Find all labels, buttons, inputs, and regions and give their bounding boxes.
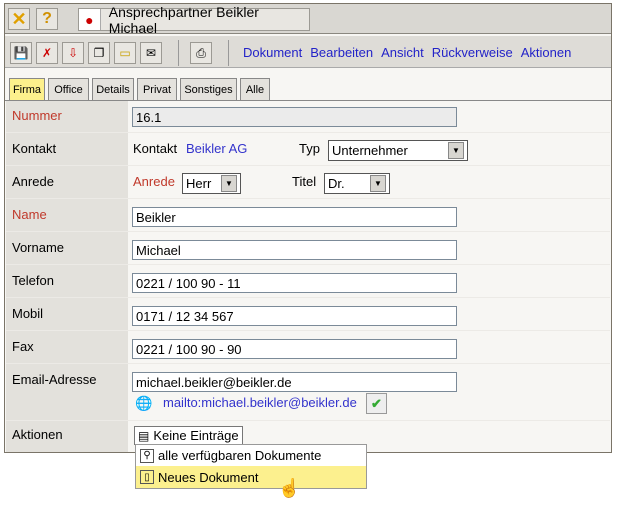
check-icon[interactable]: ✔ <box>366 393 387 414</box>
menu-ansicht[interactable]: Ansicht <box>381 45 424 60</box>
globe-icon: 🌐 <box>135 395 153 411</box>
titel-label: Titel <box>292 174 317 189</box>
typ-value: Unternehmer <box>332 143 408 158</box>
kontakt-inner-label: Kontakt <box>133 141 178 156</box>
dropdown-item-label: alle verfügbaren Dokumente <box>158 448 322 463</box>
label-anrede: Anrede <box>12 174 54 189</box>
titel-select[interactable]: Dr. ▼ <box>324 173 390 194</box>
tab-details[interactable]: Details <box>92 78 134 100</box>
nummer-field: 16.1 <box>132 107 457 127</box>
dropdown-item-new-document[interactable]: ▯ Neues Dokument <box>136 466 366 488</box>
fax-field[interactable]: 0221 / 100 90 - 90 <box>132 339 457 359</box>
close-icon[interactable]: ✕ <box>8 8 30 30</box>
tab-privat[interactable]: Privat <box>137 78 177 100</box>
separator <box>228 40 229 66</box>
row-divider <box>6 297 610 298</box>
vorname-field[interactable]: Michael <box>132 240 457 260</box>
aktionen-button-label: Keine Einträge <box>153 428 239 443</box>
row-divider <box>6 198 610 199</box>
anrede-select[interactable]: Herr ▼ <box>182 173 241 194</box>
label-nummer: Nummer <box>12 108 62 123</box>
menu-dokument[interactable]: Dokument <box>243 45 302 60</box>
anrede-inner-label: Anrede <box>133 174 175 189</box>
row-divider <box>6 132 610 133</box>
mail-icon[interactable]: ✉ <box>140 42 162 64</box>
kontakt-link[interactable]: Beikler AG <box>186 141 247 156</box>
tab-alle[interactable]: Alle <box>240 78 270 100</box>
telefon-field[interactable]: 0221 / 100 90 - 11 <box>132 273 457 293</box>
row-divider <box>6 165 610 166</box>
hand-cursor-icon: ☝ <box>278 478 301 498</box>
delete-icon[interactable]: ✗ <box>36 42 58 64</box>
tab-firma[interactable]: Firma <box>9 78 45 100</box>
label-telefon: Telefon <box>12 273 54 288</box>
save-icon[interactable]: 💾 <box>10 42 32 64</box>
help-icon[interactable]: ? <box>36 8 58 30</box>
document-icon: ▯ <box>140 470 154 484</box>
menu-bar: Dokument Bearbeiten Ansicht Rückverweise Akt… <box>243 45 579 60</box>
tab-office[interactable]: Office <box>48 78 89 100</box>
window-title: Ansprechpartner Beikler Michael <box>108 3 259 36</box>
folder-icon[interactable]: ▭ <box>114 42 136 64</box>
search-icon: ⚲ <box>140 448 154 463</box>
label-vorname: Vorname <box>12 240 65 255</box>
label-kontakt: Kontakt <box>12 141 57 156</box>
label-name: Name <box>12 207 47 222</box>
row-divider <box>6 420 610 421</box>
dropdown-item-label: Neues Dokument <box>158 469 259 485</box>
label-fax: Fax <box>12 339 34 354</box>
name-field[interactable]: Beikler <box>132 207 457 227</box>
person-icon: ● <box>79 9 101 30</box>
aktionen-dropdown: ⚲ alle verfügbaren Dokumente ▯ Neues Dokum… <box>135 444 367 489</box>
email-field[interactable]: michael.beikler@beikler.de <box>132 372 457 392</box>
row-divider <box>6 363 610 364</box>
row-divider <box>6 264 610 265</box>
anrede-value: Herr <box>186 176 212 191</box>
typ-label: Typ <box>299 141 320 156</box>
chevron-down-icon: ▼ <box>448 142 464 159</box>
titel-value: Dr. <box>328 176 345 191</box>
copy-icon[interactable]: ❐ <box>88 42 110 64</box>
print-icon[interactable]: ⎙ <box>190 42 212 64</box>
aktionen-button[interactable]: ▤ Keine Einträge <box>134 426 243 445</box>
dropdown-item-all-documents[interactable]: ⚲ alle verfügbaren Dokumente <box>136 445 366 466</box>
list-icon: ▤ <box>138 428 150 443</box>
title-box: ● Ansprechpartner Beikler Michael <box>78 4 310 36</box>
label-email: Email-Adresse <box>12 372 97 387</box>
chevron-down-icon: ▼ <box>370 175 386 192</box>
inbox-icon[interactable]: ⇩ <box>62 42 84 64</box>
row-divider <box>6 231 610 232</box>
mailto-link[interactable]: mailto:michael.beikler@beikler.de <box>163 395 357 410</box>
typ-select[interactable]: Unternehmer ▼ <box>328 140 468 161</box>
separator <box>178 40 179 66</box>
menu-rueckverweise[interactable]: Rückverweise <box>432 45 513 60</box>
mobil-field[interactable]: 0171 / 12 34 567 <box>132 306 457 326</box>
chevron-down-icon: ▼ <box>221 175 237 192</box>
tab-sonstiges[interactable]: Sonstiges <box>180 78 237 100</box>
menu-bearbeiten[interactable]: Bearbeiten <box>310 45 373 60</box>
row-divider <box>6 330 610 331</box>
label-aktionen: Aktionen <box>12 427 63 442</box>
menu-aktionen[interactable]: Aktionen <box>521 45 572 60</box>
label-mobil: Mobil <box>12 306 44 321</box>
